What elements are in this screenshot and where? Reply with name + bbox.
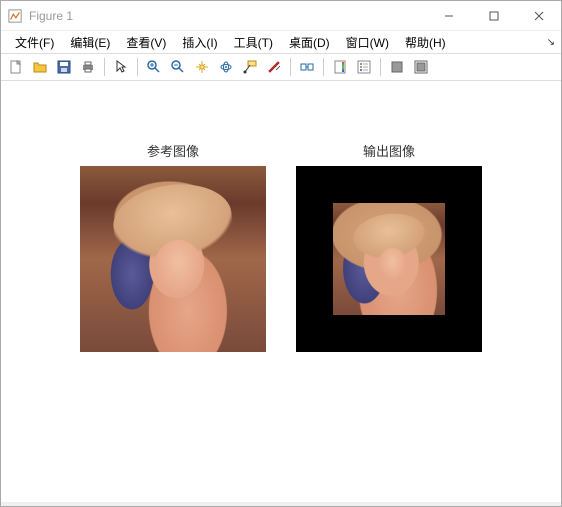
hide-plottools-button[interactable] (386, 56, 408, 78)
subplot-right: 输出图像 (296, 141, 482, 352)
show-plottools-button[interactable] (410, 56, 432, 78)
subplot-container: 参考图像 输出图像 (1, 81, 561, 352)
subplot-left-title: 参考图像 (147, 141, 199, 160)
pan-button[interactable] (191, 56, 213, 78)
insert-legend-button[interactable] (353, 56, 375, 78)
menu-insert[interactable]: 插入(I) (174, 32, 225, 53)
data-cursor-button[interactable] (239, 56, 261, 78)
menu-bar: 文件(F) 编辑(E) 查看(V) 插入(I) 工具(T) 桌面(D) 窗口(W… (1, 31, 561, 53)
toolbar-separator (104, 58, 105, 76)
rotate3d-button[interactable] (215, 56, 237, 78)
window-title: Figure 1 (29, 9, 426, 23)
print-button[interactable] (77, 56, 99, 78)
toolbar-separator (290, 58, 291, 76)
zoom-out-button[interactable] (167, 56, 189, 78)
output-image-frame (296, 166, 482, 352)
toolbar-separator (137, 58, 138, 76)
title-bar: Figure 1 (1, 1, 561, 31)
menu-file[interactable]: 文件(F) (7, 32, 62, 53)
menu-help[interactable]: 帮助(H) (397, 32, 454, 53)
maximize-button[interactable] (471, 1, 516, 30)
subplot-left: 参考图像 (80, 141, 266, 352)
toolbar (1, 53, 561, 81)
figure-canvas[interactable]: 参考图像 输出图像 (1, 81, 561, 502)
app-icon (7, 8, 23, 24)
close-button[interactable] (516, 1, 561, 30)
save-button[interactable] (53, 56, 75, 78)
menu-overflow-icon[interactable]: ↘ (547, 37, 555, 48)
minimize-button[interactable] (426, 1, 471, 30)
toolbar-separator (380, 58, 381, 76)
lena-image-small (333, 203, 445, 315)
lena-image (80, 166, 266, 352)
status-bar (1, 502, 561, 506)
menu-tools[interactable]: 工具(T) (226, 32, 281, 53)
toolbar-separator (323, 58, 324, 76)
open-button[interactable] (29, 56, 51, 78)
zoom-in-button[interactable] (143, 56, 165, 78)
window-controls (426, 1, 561, 30)
link-axes-button[interactable] (296, 56, 318, 78)
new-figure-button[interactable] (5, 56, 27, 78)
brush-button[interactable] (263, 56, 285, 78)
menu-desktop[interactable]: 桌面(D) (281, 32, 338, 53)
menu-window[interactable]: 窗口(W) (338, 32, 397, 53)
menu-edit[interactable]: 编辑(E) (62, 32, 118, 53)
insert-colorbar-button[interactable] (329, 56, 351, 78)
reference-image (80, 166, 266, 352)
subplot-right-title: 输出图像 (363, 141, 415, 160)
pointer-button[interactable] (110, 56, 132, 78)
menu-view[interactable]: 查看(V) (118, 32, 174, 53)
figure-window: Figure 1 文件(F) 编辑(E) 查看(V) 插入(I) 工具(T) 桌… (0, 0, 562, 507)
